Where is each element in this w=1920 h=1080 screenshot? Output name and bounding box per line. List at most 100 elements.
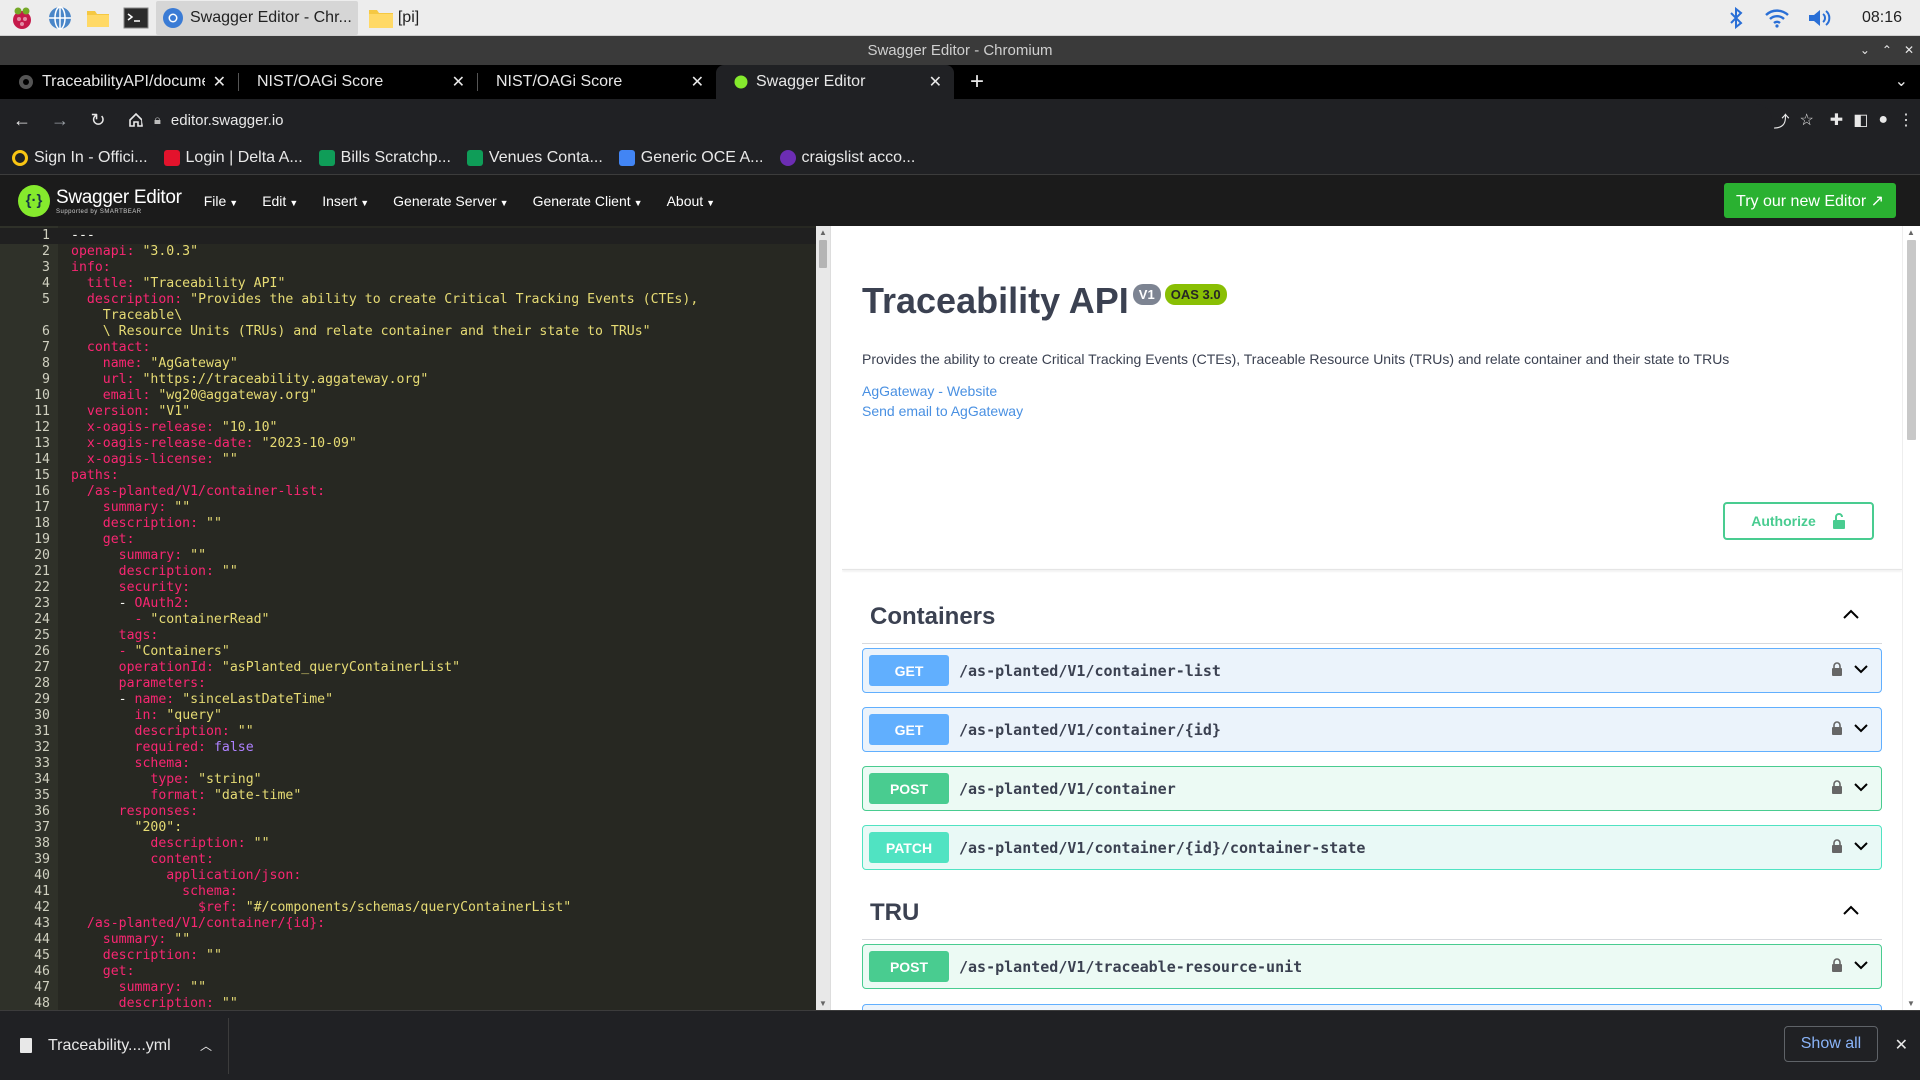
operation-post-traceable-resource-unit[interactable]: POST /as-planted/V1/traceable-resource-u… <box>862 944 1882 989</box>
editor-line[interactable]: 41 schema: <box>0 884 816 900</box>
tag-header-tru[interactable]: TRU <box>862 886 1882 940</box>
lock-icon[interactable] <box>1831 839 1843 856</box>
operation-patch-container-state[interactable]: PATCH /as-planted/V1/container/{id}/cont… <box>862 825 1882 870</box>
scroll-down-icon[interactable]: ▼ <box>819 999 827 1008</box>
try-new-editor-button[interactable]: Try our new Editor ↗ <box>1724 183 1896 218</box>
clock[interactable]: 08:16 <box>1862 9 1902 27</box>
bookmark-item[interactable]: Login | Delta A... <box>163 149 303 167</box>
lock-icon[interactable] <box>1831 958 1843 975</box>
download-item[interactable]: Traceability....yml ︿ <box>20 1017 230 1074</box>
editor-line[interactable]: 9 url: "https://traceability.aggateway.o… <box>0 372 816 388</box>
menu-generate-server[interactable]: Generate Server ▼ <box>393 193 508 209</box>
tab-traceability-github[interactable]: TraceabilityAPI/documen ✕ <box>0 65 238 99</box>
editor-line[interactable]: 31 description: "" <box>0 724 816 740</box>
editor-line[interactable]: 38 description: "" <box>0 836 816 852</box>
scroll-up-icon[interactable]: ▲ <box>819 228 827 237</box>
editor-line[interactable]: 30 in: "query" <box>0 708 816 724</box>
email-link[interactable]: Send email to AgGateway <box>862 403 1023 419</box>
editor-scroll-thumb[interactable] <box>819 240 827 268</box>
tag-header-containers[interactable]: Containers <box>862 590 1882 644</box>
editor-line[interactable]: 19 get: <box>0 532 816 548</box>
editor-line[interactable]: 32 required: false <box>0 740 816 756</box>
tab-search-icon[interactable]: ⌄ <box>1895 71 1908 91</box>
bluetooth-icon[interactable] <box>1728 6 1744 30</box>
editor-line[interactable]: 17 summary: "" <box>0 500 816 516</box>
editor-line[interactable]: 26 - "Containers" <box>0 644 816 660</box>
scroll-down-icon[interactable]: ▼ <box>1907 999 1915 1008</box>
editor-line[interactable]: 29 - name: "sinceLastDateTime" <box>0 692 816 708</box>
editor-line[interactable]: 13 x-oagis-release-date: "2023-10-09" <box>0 436 816 452</box>
editor-line[interactable]: 14 x-oagis-license: "" <box>0 452 816 468</box>
editor-line[interactable]: 6 \ Resource Units (TRUs) and relate con… <box>0 324 816 340</box>
chevron-down-icon[interactable] <box>1853 721 1869 737</box>
chevron-up-icon[interactable]: ︿ <box>200 1037 212 1054</box>
lock-icon[interactable]: 🔒︎ <box>154 112 161 128</box>
editor-line[interactable]: 3 info: <box>0 260 816 276</box>
editor-line[interactable]: 24 - "containerRead" <box>0 612 816 628</box>
web-browser-icon[interactable] <box>44 2 76 34</box>
editor-line[interactable]: 20 summary: "" <box>0 548 816 564</box>
editor-line[interactable]: 8 name: "AgGateway" <box>0 356 816 372</box>
editor-line[interactable]: 35 format: "date-time" <box>0 788 816 804</box>
new-tab-button[interactable]: + <box>960 65 994 99</box>
menu-about[interactable]: About ▼ <box>667 193 716 209</box>
address-bar[interactable]: 🔒︎ editor.swagger.io <box>142 104 1772 136</box>
editor-line[interactable]: 22 security: <box>0 580 816 596</box>
bookmark-item[interactable]: Sign In - Offici... <box>12 149 148 167</box>
editor-line[interactable]: 2 openapi: "3.0.3" <box>0 244 816 260</box>
editor-line[interactable]: 1 --- <box>0 228 816 244</box>
pane-divider[interactable] <box>830 226 842 1010</box>
editor-line[interactable]: 33 schema: <box>0 756 816 772</box>
chevron-down-icon[interactable] <box>1853 958 1869 974</box>
menu-generate-client[interactable]: Generate Client ▼ <box>533 193 643 209</box>
tab-nist-score-2[interactable]: NIST/OAGi Score ✕ <box>478 65 716 99</box>
file-manager-icon[interactable] <box>82 2 114 34</box>
preview-scrollbar[interactable]: ▲ ▼ <box>1902 226 1920 1010</box>
lock-icon[interactable] <box>1831 662 1843 679</box>
preview-scroll-thumb[interactable] <box>1907 240 1916 440</box>
share-icon[interactable]: ⤴ <box>1773 108 1789 132</box>
taskbar-chromium-window[interactable]: Swagger Editor - Chr... <box>156 0 358 35</box>
editor-line[interactable]: 34 type: "string" <box>0 772 816 788</box>
lock-icon[interactable] <box>1831 721 1843 738</box>
yaml-editor[interactable]: 1 --- 2 openapi: "3.0.3" 3 info: 4 title: "Tra… <box>0 226 816 1010</box>
maximize-icon[interactable]: ⌃ <box>1882 36 1892 65</box>
forward-icon[interactable]: → <box>44 104 76 136</box>
editor-line[interactable]: 15 paths: <box>0 468 816 484</box>
chevron-up-icon[interactable] <box>1842 903 1860 921</box>
editor-line[interactable]: 36 responses: <box>0 804 816 820</box>
editor-line[interactable]: 7 contact: <box>0 340 816 356</box>
wifi-icon[interactable] <box>1764 7 1790 29</box>
taskbar-folder-window[interactable]: [pi] <box>362 1 425 35</box>
menu-insert[interactable]: Insert ▼ <box>322 193 369 209</box>
editor-line[interactable]: 27 operationId: "asPlanted_queryContaine… <box>0 660 816 676</box>
bookmark-item[interactable]: Venues Conta... <box>466 149 603 167</box>
operation-get-container-list[interactable]: GET /as-planted/V1/container-list <box>862 648 1882 693</box>
close-tab-icon[interactable]: ✕ <box>213 72 226 92</box>
authorize-button[interactable]: Authorize <box>1723 502 1874 540</box>
editor-scrollbar[interactable]: ▲ ▼ <box>816 226 830 1010</box>
editor-line[interactable]: 47 summary: "" <box>0 980 816 996</box>
scroll-up-icon[interactable]: ▲ <box>1907 228 1915 237</box>
chevron-down-icon[interactable] <box>1853 839 1869 855</box>
close-tab-icon[interactable]: ✕ <box>691 72 704 92</box>
volume-icon[interactable] <box>1806 7 1834 29</box>
chevron-down-icon[interactable] <box>1853 662 1869 678</box>
operation-get-container-id[interactable]: GET /as-planted/V1/container/{id} <box>862 707 1882 752</box>
editor-line[interactable]: 42 $ref: "#/components/schemas/queryCont… <box>0 900 816 916</box>
show-all-button[interactable]: Show all <box>1784 1026 1878 1062</box>
editor-line[interactable]: 46 get: <box>0 964 816 980</box>
editor-line[interactable]: 18 description: "" <box>0 516 816 532</box>
editor-line[interactable]: 10 email: "wg20@aggateway.org" <box>0 388 816 404</box>
chevron-down-icon[interactable] <box>1853 780 1869 796</box>
lock-icon[interactable] <box>1831 780 1843 797</box>
editor-line[interactable]: Traceable\ <box>0 308 816 324</box>
close-tab-icon[interactable]: ✕ <box>452 72 465 92</box>
editor-line[interactable]: 11 version: "V1" <box>0 404 816 420</box>
editor-line[interactable]: 21 description: "" <box>0 564 816 580</box>
extensions-icon[interactable]: ✚ <box>1830 110 1843 130</box>
editor-line[interactable]: 48 description: "" <box>0 996 816 1010</box>
editor-line[interactable]: 39 content: <box>0 852 816 868</box>
editor-line[interactable]: 28 parameters: <box>0 676 816 692</box>
editor-line[interactable]: 40 application/json: <box>0 868 816 884</box>
